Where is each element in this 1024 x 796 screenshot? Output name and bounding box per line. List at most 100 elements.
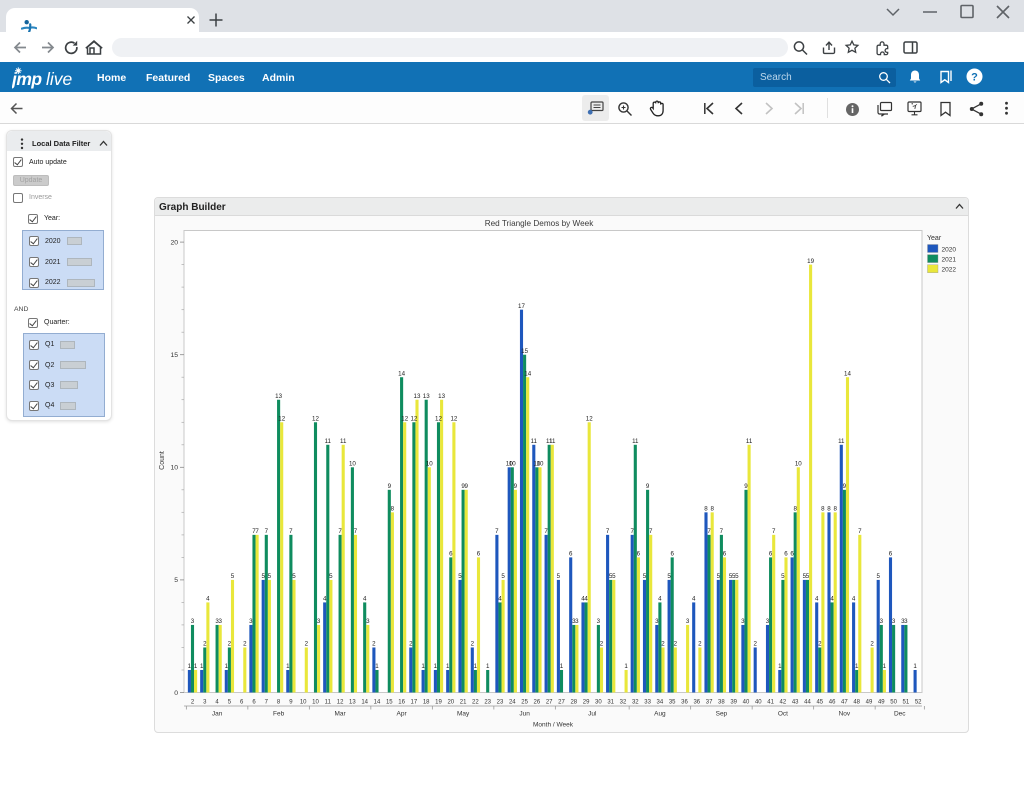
svg-text:4: 4 xyxy=(584,596,588,603)
svg-text:5: 5 xyxy=(876,573,880,580)
svg-text:2021: 2021 xyxy=(942,256,957,263)
svg-text:11: 11 xyxy=(549,438,556,445)
svg-text:3: 3 xyxy=(597,618,601,625)
svg-text:10: 10 xyxy=(300,700,307,706)
svg-text:3: 3 xyxy=(191,618,195,625)
svg-text:12: 12 xyxy=(312,415,319,422)
svg-text:12: 12 xyxy=(410,415,417,422)
svg-text:4: 4 xyxy=(692,596,696,603)
svg-text:9: 9 xyxy=(646,483,650,490)
svg-text:9: 9 xyxy=(744,483,748,490)
svg-text:9: 9 xyxy=(289,700,293,706)
svg-text:6: 6 xyxy=(477,551,481,558)
svg-text:Jun: Jun xyxy=(519,711,530,718)
svg-text:Dec: Dec xyxy=(894,711,906,718)
svg-text:3: 3 xyxy=(655,618,659,625)
svg-text:12: 12 xyxy=(278,415,285,422)
svg-text:2: 2 xyxy=(191,700,195,706)
svg-text:14: 14 xyxy=(361,700,368,706)
svg-text:27: 27 xyxy=(546,700,553,706)
svg-text:Feb: Feb xyxy=(273,711,285,718)
svg-text:5: 5 xyxy=(458,573,462,580)
svg-text:24: 24 xyxy=(509,700,516,706)
svg-text:2020: 2020 xyxy=(942,246,957,253)
svg-text:40: 40 xyxy=(755,700,762,706)
svg-text:Nov: Nov xyxy=(839,711,851,718)
svg-text:2: 2 xyxy=(674,641,678,648)
svg-text:?: ? xyxy=(971,72,978,84)
svg-text:1: 1 xyxy=(200,663,204,670)
svg-text:9: 9 xyxy=(843,483,847,490)
svg-text:1: 1 xyxy=(855,663,859,670)
svg-text:5: 5 xyxy=(501,573,505,580)
svg-text:26: 26 xyxy=(534,700,541,706)
svg-text:1: 1 xyxy=(883,663,887,670)
svg-text:6: 6 xyxy=(769,551,773,558)
svg-text:6: 6 xyxy=(240,700,244,706)
svg-text:12: 12 xyxy=(401,415,408,422)
svg-text:1: 1 xyxy=(286,663,290,670)
svg-text:2: 2 xyxy=(372,641,376,648)
svg-text:3: 3 xyxy=(904,618,908,625)
svg-text:11: 11 xyxy=(325,438,332,445)
svg-text:8: 8 xyxy=(827,506,831,513)
svg-text:3: 3 xyxy=(892,618,896,625)
svg-text:41: 41 xyxy=(767,700,774,706)
svg-text:28: 28 xyxy=(570,700,577,706)
svg-text:6: 6 xyxy=(790,551,794,558)
svg-text:8: 8 xyxy=(793,506,797,513)
svg-text:12: 12 xyxy=(450,415,457,422)
svg-text:17: 17 xyxy=(411,700,418,706)
svg-text:5: 5 xyxy=(612,573,616,580)
svg-text:15: 15 xyxy=(386,700,393,706)
svg-text:5: 5 xyxy=(268,573,272,580)
svg-text:32: 32 xyxy=(632,700,639,706)
svg-text:30: 30 xyxy=(595,700,602,706)
svg-text:5: 5 xyxy=(735,573,739,580)
svg-text:13: 13 xyxy=(438,393,445,400)
svg-text:10: 10 xyxy=(795,461,802,468)
svg-text:1: 1 xyxy=(624,663,628,670)
svg-text:10: 10 xyxy=(426,461,433,468)
svg-text:8: 8 xyxy=(704,506,708,513)
svg-text:16: 16 xyxy=(398,700,405,706)
svg-text:2: 2 xyxy=(661,641,665,648)
svg-text:2: 2 xyxy=(243,641,247,648)
svg-text:20: 20 xyxy=(447,700,454,706)
svg-text:10: 10 xyxy=(170,465,178,472)
svg-text:35: 35 xyxy=(669,700,676,706)
svg-text:2: 2 xyxy=(818,641,822,648)
svg-text:15: 15 xyxy=(170,352,178,359)
svg-text:27: 27 xyxy=(558,700,565,706)
svg-text:7: 7 xyxy=(707,528,711,535)
svg-text:5: 5 xyxy=(643,573,647,580)
svg-text:9: 9 xyxy=(388,483,392,490)
svg-text:11: 11 xyxy=(746,438,753,445)
svg-text:6: 6 xyxy=(723,551,727,558)
svg-text:8: 8 xyxy=(277,700,281,706)
svg-text:6: 6 xyxy=(569,551,573,558)
svg-text:2: 2 xyxy=(203,641,207,648)
svg-text:5: 5 xyxy=(667,573,671,580)
svg-text:2: 2 xyxy=(305,641,309,648)
svg-text:Count: Count xyxy=(159,451,166,470)
svg-text:6: 6 xyxy=(637,551,641,558)
svg-text:1: 1 xyxy=(474,663,478,670)
svg-text:2: 2 xyxy=(409,641,413,648)
svg-text:5: 5 xyxy=(231,573,235,580)
svg-text:11: 11 xyxy=(632,438,639,445)
svg-text:7: 7 xyxy=(858,528,862,535)
svg-text:Month / Week: Month / Week xyxy=(533,722,574,729)
svg-text:14: 14 xyxy=(524,370,531,377)
svg-text:2: 2 xyxy=(600,641,604,648)
svg-text:1: 1 xyxy=(421,663,425,670)
svg-text:50: 50 xyxy=(890,700,897,706)
svg-text:3: 3 xyxy=(203,700,207,706)
svg-text:4: 4 xyxy=(830,596,834,603)
svg-text:44: 44 xyxy=(804,700,811,706)
svg-text:6: 6 xyxy=(449,551,453,558)
svg-text:3: 3 xyxy=(741,618,745,625)
svg-text:Oct: Oct xyxy=(778,711,788,718)
svg-text:13: 13 xyxy=(275,393,282,400)
svg-text:1: 1 xyxy=(486,663,490,670)
